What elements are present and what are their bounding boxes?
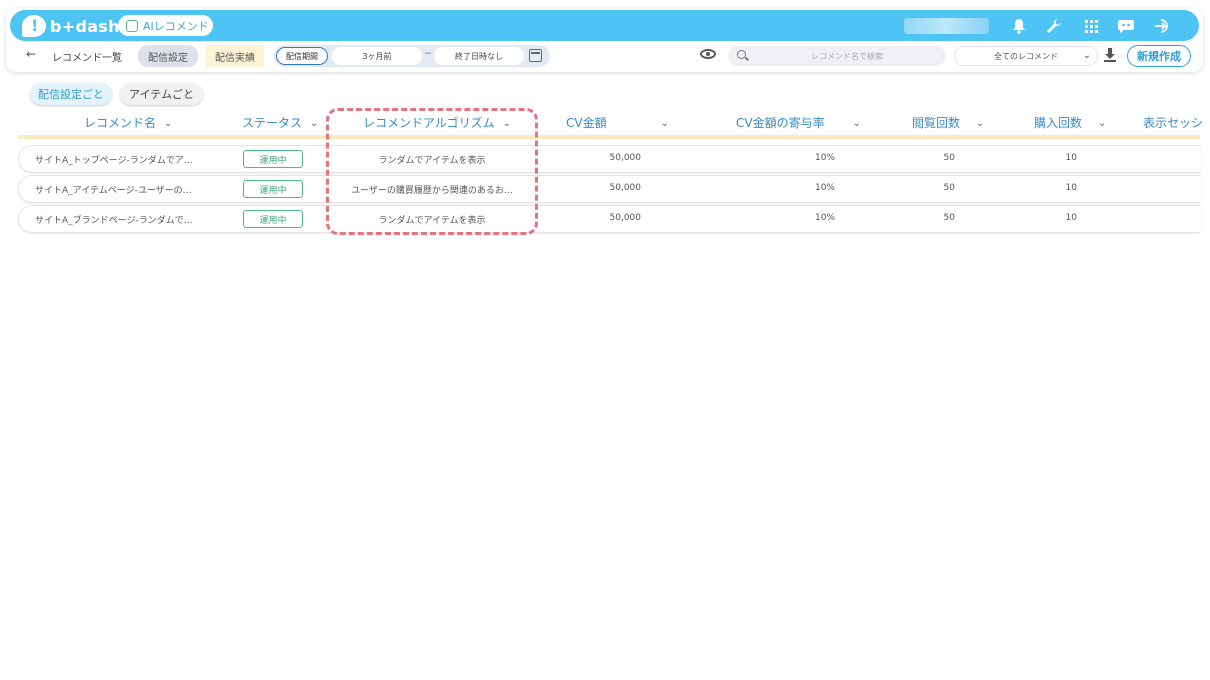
download-icon[interactable] bbox=[1104, 48, 1116, 62]
bell-icon[interactable] bbox=[1008, 15, 1030, 37]
breadcrumb[interactable]: レコメンド一覧 bbox=[52, 49, 122, 64]
sub-toolbar: ← レコメンド一覧 配信設定 配信実績 配信期間 3ヶ月前 ~ 終了日時なし 全… bbox=[10, 44, 1199, 68]
row-purchases: 10 bbox=[1065, 153, 1077, 163]
chevron-down-icon: ⌄ bbox=[660, 118, 669, 129]
logout-icon[interactable] bbox=[1152, 15, 1174, 37]
recommend-filter-value: 全てのレコメンド bbox=[994, 51, 1058, 61]
row-cv-contribution: 10% bbox=[814, 153, 835, 163]
table-row[interactable]: サイトA_ブランドページ-ランダムで… 運用中 ランダムでアイテムを表示 50,… bbox=[18, 205, 1200, 233]
column-header-label: CV金額の寄与率 bbox=[736, 116, 825, 130]
period-filter: 配信期間 3ヶ月前 ~ 終了日時なし bbox=[274, 45, 550, 67]
recommend-filter-select[interactable]: 全てのレコメンド ⌄ bbox=[954, 46, 1098, 66]
product-label: AIレコメンド bbox=[143, 19, 209, 33]
column-header-label: 閲覧回数 bbox=[912, 116, 961, 130]
status-badge: 運用中 bbox=[243, 180, 303, 198]
row-cv-contribution: 10% bbox=[814, 213, 835, 223]
column-header-name[interactable]: レコメンド名 ⌄ bbox=[84, 114, 172, 131]
column-header-sessions[interactable]: 表示セッシ bbox=[1143, 114, 1203, 131]
row-name[interactable]: サイトA_アイテムページ-ユーザーの… bbox=[35, 183, 215, 196]
row-views: 50 bbox=[943, 153, 955, 163]
column-header-cv-amount[interactable]: CV金額 ⌄ bbox=[566, 114, 669, 131]
algorithm-column-highlight bbox=[326, 108, 538, 235]
column-header-label: 表示セッシ bbox=[1143, 116, 1204, 130]
chevron-down-icon: ⌄ bbox=[310, 118, 319, 129]
table-row[interactable]: サイトA_トップページ-ランダムでア… 運用中 ランダムでアイテムを表示 50,… bbox=[18, 145, 1200, 173]
chevron-down-icon: ⌄ bbox=[852, 118, 861, 129]
app-root: b+dash AIレコメンド ← レコメンド一覧 配信設定 配信実績 配信期間 bbox=[0, 0, 1210, 680]
column-header-status[interactable]: ステータス ⌄ bbox=[242, 114, 318, 131]
top-navigation-bar: b+dash AIレコメンド bbox=[10, 10, 1199, 41]
column-header-purchases[interactable]: 購入回数 ⌄ bbox=[1034, 114, 1106, 131]
row-cv-amount: 50,000 bbox=[609, 213, 642, 223]
tab-delivery-results[interactable]: 配信実績 bbox=[206, 45, 264, 67]
status-badge: 運用中 bbox=[243, 210, 303, 228]
row-cv-amount: 50,000 bbox=[609, 153, 642, 163]
column-header-label: 購入回数 bbox=[1034, 116, 1083, 130]
chevron-down-icon: ⌄ bbox=[164, 118, 173, 129]
search-icon bbox=[737, 50, 746, 59]
calendar-icon[interactable] bbox=[529, 49, 542, 62]
row-cv-amount: 50,000 bbox=[609, 183, 642, 193]
new-create-button[interactable]: 新規作成 bbox=[1127, 45, 1191, 67]
period-label: 配信期間 bbox=[276, 47, 328, 65]
row-name[interactable]: サイトA_ブランドページ-ランダムで… bbox=[35, 213, 215, 226]
logo-text: b+dash bbox=[50, 16, 120, 36]
header-divider bbox=[18, 135, 1200, 139]
search-box bbox=[728, 46, 946, 66]
period-separator: ~ bbox=[424, 49, 432, 59]
row-views: 50 bbox=[943, 213, 955, 223]
column-header-label: CV金額 bbox=[566, 116, 607, 130]
account-name-redacted bbox=[904, 18, 989, 34]
column-header-views[interactable]: 閲覧回数 ⌄ bbox=[912, 114, 984, 131]
tab-by-setting[interactable]: 配信設定ごと bbox=[30, 83, 112, 105]
grid-icon[interactable] bbox=[1080, 15, 1102, 37]
eye-icon[interactable] bbox=[700, 49, 716, 59]
period-to-field[interactable]: 終了日時なし bbox=[434, 47, 524, 65]
row-name[interactable]: サイトA_トップページ-ランダムでア… bbox=[35, 153, 215, 166]
chevron-down-icon: ⌄ bbox=[976, 118, 985, 129]
product-switcher[interactable]: AIレコメンド bbox=[118, 15, 213, 36]
row-cv-contribution: 10% bbox=[814, 183, 835, 193]
column-header-label: レコメンド名 bbox=[84, 116, 157, 130]
column-header-label: ステータス bbox=[242, 116, 303, 130]
column-header-cv-contribution[interactable]: CV金額の寄与率 ⌄ bbox=[736, 114, 861, 131]
chevron-down-icon: ⌄ bbox=[1082, 50, 1091, 61]
period-from-field[interactable]: 3ヶ月前 bbox=[332, 47, 422, 65]
logo[interactable]: b+dash bbox=[22, 14, 120, 38]
status-badge: 運用中 bbox=[243, 150, 303, 168]
wrench-icon[interactable] bbox=[1043, 15, 1065, 37]
search-input[interactable] bbox=[752, 46, 942, 66]
table-row[interactable]: サイトA_アイテムページ-ユーザーの… 運用中 ユーザーの購買履歴から関連のある… bbox=[18, 175, 1200, 203]
row-purchases: 10 bbox=[1065, 183, 1077, 193]
logo-mark-icon bbox=[22, 15, 46, 37]
chevron-down-icon: ⌄ bbox=[1098, 118, 1107, 129]
back-arrow-icon[interactable]: ← bbox=[26, 47, 36, 61]
tab-by-item[interactable]: アイテムごと bbox=[120, 83, 203, 105]
ai-recommend-icon bbox=[126, 19, 138, 32]
table-header: レコメンド名 ⌄ ステータス ⌄ レコメンドアルゴリズム ⌄ CV金額 ⌄ CV金額の寄… bbox=[18, 110, 1203, 136]
chat-bot-icon[interactable] bbox=[1115, 15, 1137, 37]
row-purchases: 10 bbox=[1065, 213, 1077, 223]
tab-delivery-settings[interactable]: 配信設定 bbox=[138, 45, 198, 67]
row-views: 50 bbox=[943, 183, 955, 193]
